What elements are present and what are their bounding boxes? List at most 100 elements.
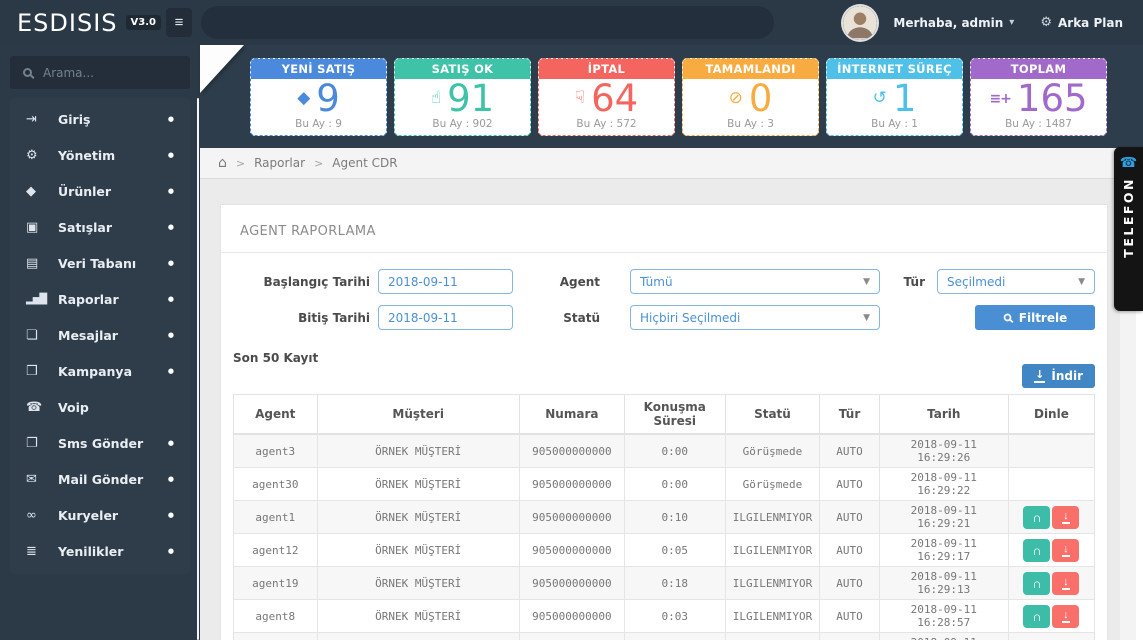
sidebar-toggle-button[interactable]: ≡ <box>166 8 192 37</box>
sidebar-item-giriş[interactable]: ⇥ Giriş ● <box>10 101 190 137</box>
row-download-button[interactable]: ↓ <box>1052 571 1080 595</box>
agent-cell: agent3 <box>233 433 318 468</box>
duration-cell: 0:00 <box>623 467 726 501</box>
status-cell: ILGILENMIYOR <box>724 500 821 534</box>
submenu-dot-icon: ● <box>167 295 174 303</box>
app-root: ESDISIS V3.0 ≡ Merhaba, admin ▾ ⚙ Arka P… <box>0 0 1143 640</box>
stat-card-value: 64 <box>591 77 639 120</box>
stat-card-value: 165 <box>1016 77 1088 120</box>
row-download-button[interactable]: ↓ <box>1052 604 1080 628</box>
date-cell: 2018-09-11 16:29:21 <box>878 500 1009 534</box>
column-header-statü: Statü <box>724 394 821 435</box>
sidebar-item-label: Yönetim <box>58 147 116 163</box>
end-date-input[interactable]: 2018-09-11 <box>378 305 513 330</box>
listen-button[interactable]: ∩ <box>1023 604 1051 628</box>
sidebar-item-voip[interactable]: ☎ Voip <box>10 389 190 425</box>
sidebar-item-veri-tabanı[interactable]: ▤ Veri Tabanı ● <box>10 245 190 281</box>
column-header-konuşma-süresi: Konuşma Süresi <box>623 394 726 435</box>
listen-button[interactable]: ∩ <box>1023 505 1051 529</box>
stat-card-i̇ptal[interactable]: İPTAL ☟ 64 Bu Ay : 572 <box>538 58 675 136</box>
search-icon <box>1003 313 1012 322</box>
download-icon: ↓ <box>1062 608 1070 623</box>
sidebar-scrollbar[interactable] <box>197 98 199 640</box>
stat-card-yeni̇-satiş[interactable]: YENİ SATIŞ ◆ 9 Bu Ay : 9 <box>250 58 387 136</box>
sidebar-item-kuryeler[interactable]: ∞ Kuryeler ● <box>10 497 190 533</box>
number-cell: 905000000000 <box>518 599 625 633</box>
stat-card-subtitle: Bu Ay : 9 <box>295 118 342 130</box>
duration-cell: 0:00 <box>623 433 726 468</box>
sidebar-item-satışlar[interactable]: ▣ Satışlar ● <box>10 209 190 245</box>
navbar-search-input[interactable] <box>201 6 774 39</box>
date-cell: 2018-09-11 16:29:17 <box>878 533 1009 567</box>
headphones-icon: ∩ <box>1032 608 1042 624</box>
type-cell: AUTO <box>819 433 880 468</box>
sidebar-item-mail-gönder[interactable]: ✉ Mail Gönder ● <box>10 461 190 497</box>
stat-card-i̇nternet-süreç[interactable]: İNTERNET SÜREÇ ↺ 1 Bu Ay : 1 <box>826 58 963 136</box>
customer-cell: ÖRNEK MÜŞTERİ <box>316 467 520 501</box>
download-button[interactable]: ↓ İndir <box>1022 364 1095 388</box>
agent-select[interactable]: Tümü ▼ <box>630 269 880 294</box>
submenu-dot-icon: ● <box>167 367 174 375</box>
status-select[interactable]: Hiçbiri Seçilmedi ▼ <box>630 305 880 330</box>
stat-card-tamamlandi[interactable]: TAMAMLANDI ⊘ 0 Bu Ay : 3 <box>682 58 819 136</box>
listen-button[interactable]: ∩ <box>1023 571 1051 595</box>
number-cell: 905000000000 <box>518 500 625 534</box>
records-bar: Son 50 Kayıt ↓ İndir <box>233 351 1095 388</box>
submenu-dot-icon: ● <box>167 439 174 447</box>
row-download-button[interactable]: ↓ <box>1052 538 1080 562</box>
clipboard-icon: ❒ <box>26 363 38 379</box>
start-date-input[interactable]: 2018-09-11 <box>378 269 513 294</box>
home-icon[interactable]: ⌂ <box>218 155 227 171</box>
table-row: agent6ÖRNEK MÜŞTERİ9050000000000:00Görüş… <box>233 632 1096 640</box>
chevron-down-icon: ▾ <box>1009 17 1015 28</box>
phone-icon: ☎ <box>26 399 43 415</box>
sidebar-item-mesajlar[interactable]: ❏ Mesajlar ● <box>10 317 190 353</box>
duration-cell: 0:00 <box>623 632 726 640</box>
stat-card-toplam[interactable]: TOPLAM ≡+ 165 Bu Ay : 1487 <box>970 58 1107 136</box>
type-select[interactable]: Seçilmedi ▼ <box>937 269 1095 294</box>
brand[interactable]: ESDISIS V3.0 <box>0 9 161 37</box>
sidebar-search-input[interactable]: Arama... <box>10 56 190 89</box>
download-icon: ↓ <box>1034 367 1046 383</box>
status-cell: ILGILENMIYOR <box>724 566 821 600</box>
date-cell: 2018-09-11 16:29:22 <box>878 467 1009 501</box>
date-cell: 2018-09-11 16:29:13 <box>878 566 1009 600</box>
filter-button-label: Filtrele <box>1018 310 1068 325</box>
stat-card-value: 0 <box>748 77 773 120</box>
number-cell: 905000000000 <box>518 433 625 468</box>
sms-icon: ❐ <box>26 435 38 451</box>
ban-icon: ⊘ <box>728 88 743 108</box>
news-icon: ≣ <box>26 543 37 559</box>
number-cell: 905000000000 <box>518 566 625 600</box>
download-icon: ↓ <box>1062 542 1070 557</box>
sidebar-item-label: Ürünler <box>58 183 112 199</box>
listen-button[interactable]: ∩ <box>1023 538 1051 562</box>
number-cell: 905000000000 <box>518 467 625 501</box>
sidebar-item-raporlar[interactable]: ▂▅█ Raporlar ● <box>10 281 190 317</box>
download-icon: ↓ <box>1062 575 1070 590</box>
sidebar-item-kampanya[interactable]: ❒ Kampanya ● <box>10 353 190 389</box>
mail-icon: ✉ <box>26 471 37 487</box>
sidebar-item-label: Veri Tabanı <box>58 255 137 271</box>
sidebar-item-sms-gönder[interactable]: ❐ Sms Gönder ● <box>10 425 190 461</box>
avatar[interactable] <box>843 5 878 40</box>
column-header-tür: Tür <box>819 394 880 435</box>
chevron-down-icon: ▼ <box>863 276 870 287</box>
phone-tab[interactable]: ☎ TELEFON <box>1114 147 1143 311</box>
row-download-button[interactable]: ↓ <box>1052 505 1080 529</box>
sidebar-item-ürünler[interactable]: ◆ Ürünler ● <box>10 173 190 209</box>
user-menu[interactable]: Merhaba, admin ▾ <box>893 16 1014 30</box>
listen-cell <box>1007 632 1096 640</box>
filter-button[interactable]: Filtrele <box>975 305 1095 330</box>
stat-card-satiş-ok[interactable]: SATIŞ OK ☝ 91 Bu Ay : 902 <box>394 58 531 136</box>
sidebar-item-yenilikler[interactable]: ≣ Yenilikler ● <box>10 533 190 569</box>
background-link[interactable]: ⚙ Arka Plan <box>1040 15 1123 30</box>
stats-band: YENİ SATIŞ ◆ 9 Bu Ay : 9 SATIŞ OK ☝ 91 Bu Ay : … <box>200 45 1143 148</box>
page-scrollbar[interactable] <box>1120 311 1143 640</box>
status-label: Statü <box>563 310 600 325</box>
status-cell: Görüşmede <box>724 632 821 640</box>
stat-card-subtitle: Bu Ay : 572 <box>576 118 637 130</box>
table-row: agent19 ÖRNEK MÜŞTERİ 905000000000 0:18 ILGI… <box>233 566 1096 600</box>
breadcrumb-item-raporlar[interactable]: Raporlar <box>254 156 305 170</box>
sidebar-item-yönetim[interactable]: ⚙ Yönetim ● <box>10 137 190 173</box>
